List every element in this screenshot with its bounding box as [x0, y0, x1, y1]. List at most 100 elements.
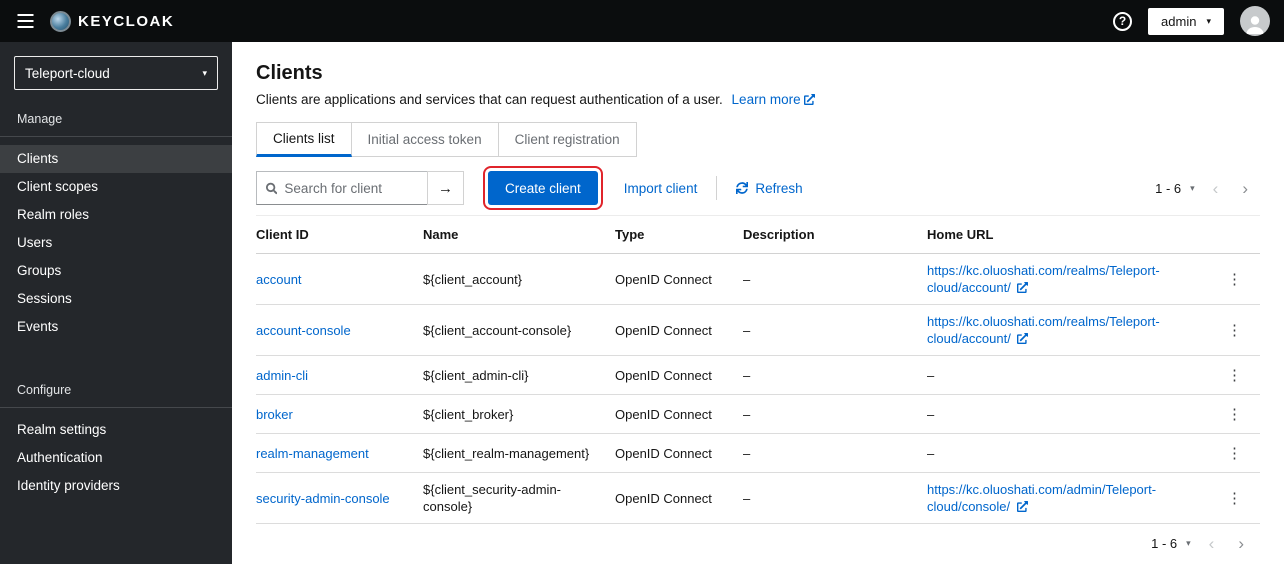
realm-selector[interactable]: Teleport-cloud ▾: [14, 56, 218, 90]
row-actions-cell: ⋮: [1220, 355, 1260, 395]
sidebar-item-users[interactable]: Users: [0, 229, 232, 257]
refresh-link[interactable]: Refresh: [736, 180, 803, 196]
pagination-dropdown[interactable]: 1 - 6 ▾: [1149, 177, 1201, 200]
nav-section-title: Manage: [0, 112, 232, 137]
table-row: account-console ${client_account-console}…: [256, 304, 1260, 356]
search-box: [256, 171, 428, 205]
client-id-link[interactable]: admin-cli: [256, 368, 308, 383]
home-url-cell: –: [927, 433, 1220, 473]
pagination-bottom: 1 - 6 ▾ ‹ ›: [256, 532, 1256, 555]
hamburger-menu-icon[interactable]: [8, 4, 42, 38]
help-icon[interactable]: ?: [1113, 11, 1133, 31]
table-row: realm-management ${client_realm-managemen…: [256, 433, 1260, 473]
home-url-link[interactable]: https://kc.oluoshati.com/admin/Teleport-…: [927, 482, 1156, 514]
client-id-cell: realm-management: [256, 433, 423, 473]
client-id-link[interactable]: account: [256, 272, 302, 287]
search-input[interactable]: [284, 180, 418, 196]
keycloak-logo-icon: [50, 10, 71, 32]
pagination-prev-icon[interactable]: ‹: [1201, 178, 1231, 199]
sidebar-item-client-scopes[interactable]: Client scopes: [0, 173, 232, 201]
home-url-cell: –: [927, 394, 1220, 434]
chevron-down-icon: ▾: [1186, 538, 1191, 548]
row-actions-cell: ⋮: [1220, 433, 1260, 473]
chevron-down-icon: ▾: [202, 67, 207, 78]
keycloak-logo-text: KEYCLOAK: [78, 12, 175, 30]
avatar[interactable]: [1240, 6, 1270, 36]
kebab-menu-icon[interactable]: ⋮: [1221, 319, 1248, 341]
client-description: –: [743, 433, 927, 473]
sidebar-item-events[interactable]: Events: [0, 313, 232, 341]
client-name: ${client_security-admin-console}: [423, 472, 615, 524]
learn-more-link[interactable]: Learn more: [732, 92, 815, 107]
refresh-label: Refresh: [755, 180, 803, 196]
client-id-cell: account: [256, 253, 423, 305]
column-header-actions: [1220, 215, 1260, 254]
pagination-next-icon[interactable]: ›: [1230, 178, 1260, 199]
row-actions-cell: ⋮: [1220, 394, 1260, 434]
refresh-icon: [736, 182, 749, 194]
client-id-link[interactable]: account-console: [256, 323, 351, 338]
tab-client-registration[interactable]: Client registration: [498, 122, 637, 157]
table-row: account ${client_account} OpenID Connect – h…: [256, 253, 1260, 305]
sidebar-item-groups[interactable]: Groups: [0, 257, 232, 285]
home-url-link[interactable]: https://kc.oluoshati.com/realms/Teleport…: [927, 263, 1160, 295]
sidebar-item-sessions[interactable]: Sessions: [0, 285, 232, 313]
client-type: OpenID Connect: [615, 304, 743, 356]
kebab-menu-icon[interactable]: ⋮: [1221, 487, 1248, 509]
pagination-next-icon[interactable]: ›: [1226, 533, 1256, 554]
user-menu[interactable]: admin ▾: [1148, 7, 1224, 35]
client-description: –: [743, 472, 927, 524]
sidebar-item-realm-settings[interactable]: Realm settings: [0, 416, 232, 444]
kebab-menu-icon[interactable]: ⋮: [1221, 268, 1248, 290]
search-submit-button[interactable]: →: [427, 171, 464, 205]
tab-clients-list[interactable]: Clients list: [256, 122, 352, 157]
nav-section-manage: Manage Clients Client scopes Realm roles Use…: [0, 112, 232, 341]
page-title: Clients: [256, 62, 323, 84]
header-right: ? admin ▾: [1113, 6, 1270, 36]
row-actions-cell: ⋮: [1220, 472, 1260, 524]
sidebar-item-clients[interactable]: Clients: [0, 145, 232, 173]
home-url-cell: https://kc.oluoshati.com/realms/Teleport…: [927, 304, 1220, 356]
home-url-link[interactable]: https://kc.oluoshati.com/realms/Teleport…: [927, 314, 1160, 346]
client-id-link[interactable]: realm-management: [256, 446, 369, 461]
toolbar: → Create client Import client Refresh 1 …: [256, 166, 1260, 210]
row-actions-cell: ⋮: [1220, 304, 1260, 356]
sidebar-item-identity-providers[interactable]: Identity providers: [0, 472, 232, 500]
nav-section-configure: Configure Realm settings Authentication Ide…: [0, 383, 232, 500]
table-row: security-admin-console ${client_security-…: [256, 472, 1260, 524]
pagination-top: 1 - 6 ▾ ‹ ›: [1149, 177, 1260, 200]
user-menu-label: admin: [1161, 13, 1197, 29]
kebab-menu-icon[interactable]: ⋮: [1221, 442, 1248, 464]
pagination-dropdown[interactable]: 1 - 6 ▾: [1145, 532, 1197, 555]
chevron-down-icon: ▾: [1190, 182, 1195, 193]
pagination-prev-icon[interactable]: ‹: [1197, 533, 1227, 554]
kebab-menu-icon[interactable]: ⋮: [1221, 403, 1248, 425]
column-header-client-id: Client ID: [256, 215, 423, 254]
tab-initial-access-token[interactable]: Initial access token: [351, 122, 499, 157]
client-id-link[interactable]: broker: [256, 407, 293, 422]
client-id-cell: security-admin-console: [256, 472, 423, 524]
client-name: ${client_account}: [423, 253, 615, 305]
pagination-range: 1 - 6: [1155, 180, 1182, 196]
import-client-link[interactable]: Import client: [624, 181, 698, 196]
table-row: broker ${client_broker} OpenID Connect – – ⋮: [256, 394, 1260, 434]
sidebar-item-authentication[interactable]: Authentication: [0, 444, 232, 472]
client-type: OpenID Connect: [615, 433, 743, 473]
page-body: Teleport-cloud ▾ Manage Clients Client sco…: [0, 42, 1284, 564]
toolbar-divider: [716, 176, 718, 200]
create-client-button[interactable]: Create client: [483, 166, 603, 210]
nav-sections: Manage Clients Client scopes Realm roles Use…: [0, 112, 232, 500]
kebab-menu-icon[interactable]: ⋮: [1221, 364, 1248, 386]
external-link-icon: [1017, 282, 1029, 293]
page-description: Clients are applications and services th…: [256, 91, 1260, 108]
client-name: ${client_realm-management}: [423, 433, 615, 473]
header: KEYCLOAK ? admin ▾: [0, 0, 1284, 42]
client-id-link[interactable]: security-admin-console: [256, 491, 390, 506]
client-id-cell: account-console: [256, 304, 423, 356]
client-type: OpenID Connect: [615, 472, 743, 524]
page-description-text: Clients are applications and services th…: [256, 92, 723, 107]
client-name: ${client_broker}: [423, 394, 615, 434]
clients-table: Client ID Name Type Description Home URL acc…: [256, 215, 1260, 524]
table-row: admin-cli ${client_admin-cli} OpenID Conne…: [256, 355, 1260, 395]
sidebar-item-realm-roles[interactable]: Realm roles: [0, 201, 232, 229]
